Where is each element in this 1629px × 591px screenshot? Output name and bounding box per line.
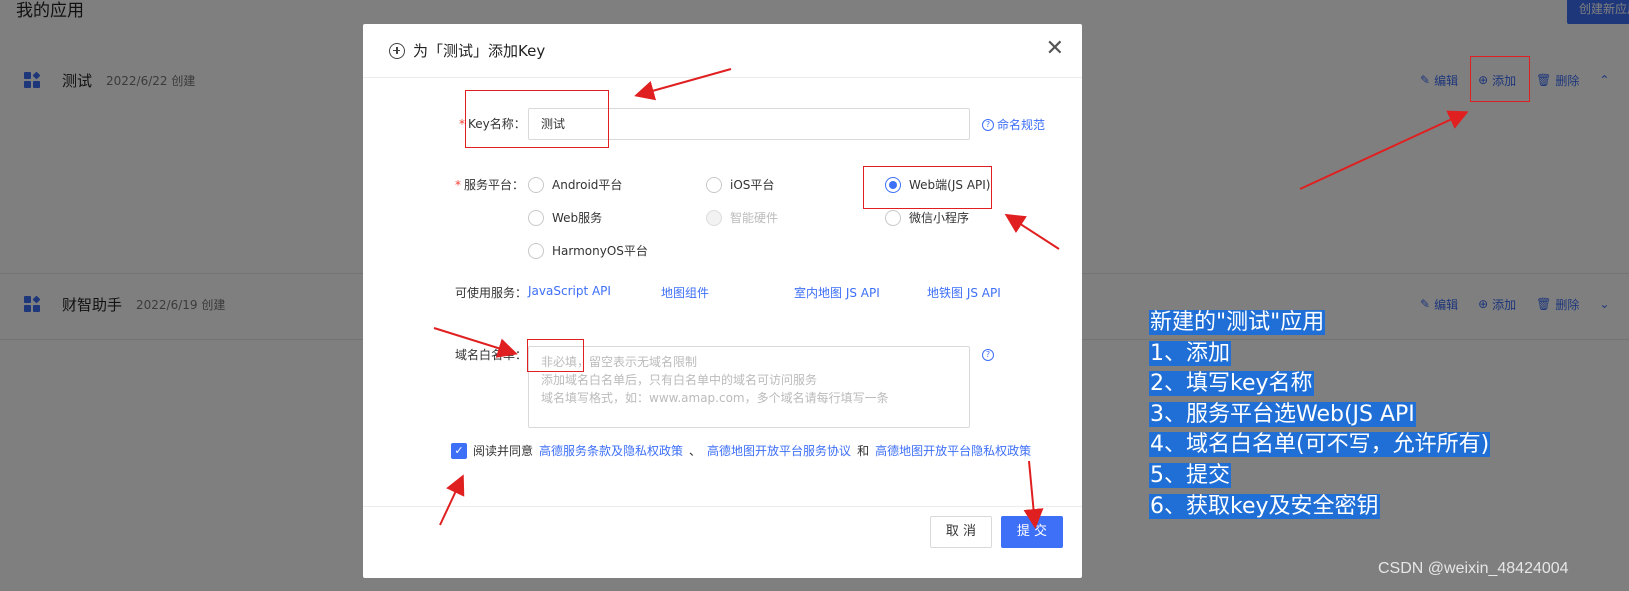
close-icon[interactable]: ✕	[1046, 38, 1064, 60]
service-javascript-api[interactable]: JavaScript API	[528, 284, 611, 298]
question-icon: ?	[982, 118, 994, 131]
agreement-separator: 、	[689, 444, 702, 458]
question-icon[interactable]: ?	[982, 349, 994, 361]
radio-smart-hardware: 智能硬件	[706, 209, 778, 226]
radio-ios[interactable]: iOS平台	[706, 176, 774, 193]
watermark: CSDN @weixin_48424004	[1378, 560, 1569, 577]
platform-label: * 服务平台：	[455, 178, 525, 192]
highlight-box	[863, 166, 992, 209]
note-line: 1、添加	[1149, 340, 1231, 366]
highlight-box	[465, 90, 609, 148]
agreement-row: ✓ 阅读并同意 高德服务条款及隐私权政策 、 高德地图开放平台服务协议 和 高德…	[451, 442, 1031, 459]
note-line: 5、提交	[1149, 462, 1231, 488]
modal-title: 为「测试」添加Key	[389, 40, 545, 61]
domain-whitelist-textarea[interactable]: 非必填，留空表示无域名限制 添加域名白名单后，只有白名单中的域名可访问服务 域名…	[528, 346, 970, 428]
whitelist-placeholder-line: 域名填写格式，如：www.amap.com，多个域名请每行填写一条	[541, 391, 889, 405]
note-line: 3、服务平台选Web(JS API	[1149, 401, 1416, 427]
note-line: 6、获取key及安全密钥	[1149, 493, 1380, 519]
note-line: 4、域名白名单(可不写，允许所有)	[1149, 432, 1491, 458]
agreement-checkbox[interactable]: ✓	[451, 442, 467, 459]
agreement-prefix: 阅读并同意	[473, 444, 534, 458]
note-line: 新建的"测试"应用	[1149, 310, 1326, 335]
whitelist-label: 域名白名单：	[455, 348, 528, 362]
service-subway-map[interactable]: 地铁图 JS API	[927, 284, 1001, 301]
service-indoor-map[interactable]: 室内地图 JS API	[794, 284, 880, 301]
radio-wechat-mini[interactable]: 微信小程序	[885, 209, 969, 226]
modal-header: 为「测试」添加Key ✕	[363, 24, 1082, 78]
instruction-note: 新建的"测试"应用 1、添加 2、填写key名称 3、服务平台选Web(JS A…	[1149, 308, 1491, 522]
service-map-component[interactable]: 地图组件	[661, 284, 709, 301]
whitelist-placeholder-line: 添加域名白名单后，只有白名单中的域名可访问服务	[541, 373, 818, 387]
service-agreement-link[interactable]: 高德地图开放平台服务协议	[707, 442, 851, 459]
radio-harmonyos[interactable]: HarmonyOS平台	[528, 242, 648, 259]
services-label: 可使用服务：	[455, 286, 528, 300]
whitelist-placeholder-line: 非必填，留空表示无域名限制	[541, 355, 698, 369]
highlight-box	[527, 339, 584, 372]
plus-circle-icon	[389, 42, 405, 59]
highlight-box	[1470, 56, 1530, 102]
privacy-policy-link[interactable]: 高德地图开放平台隐私权政策	[875, 442, 1031, 459]
agreement-and: 和	[857, 444, 870, 458]
note-line: 2、填写key名称	[1149, 371, 1314, 397]
cancel-button[interactable]: 取 消	[930, 516, 992, 548]
radio-web-service[interactable]: Web服务	[528, 209, 602, 226]
submit-button[interactable]: 提 交	[1001, 516, 1063, 548]
terms-privacy-link[interactable]: 高德服务条款及隐私权政策	[539, 442, 683, 459]
radio-android[interactable]: Android平台	[528, 176, 622, 193]
naming-rules-link[interactable]: ? 命名规范	[982, 116, 1045, 133]
